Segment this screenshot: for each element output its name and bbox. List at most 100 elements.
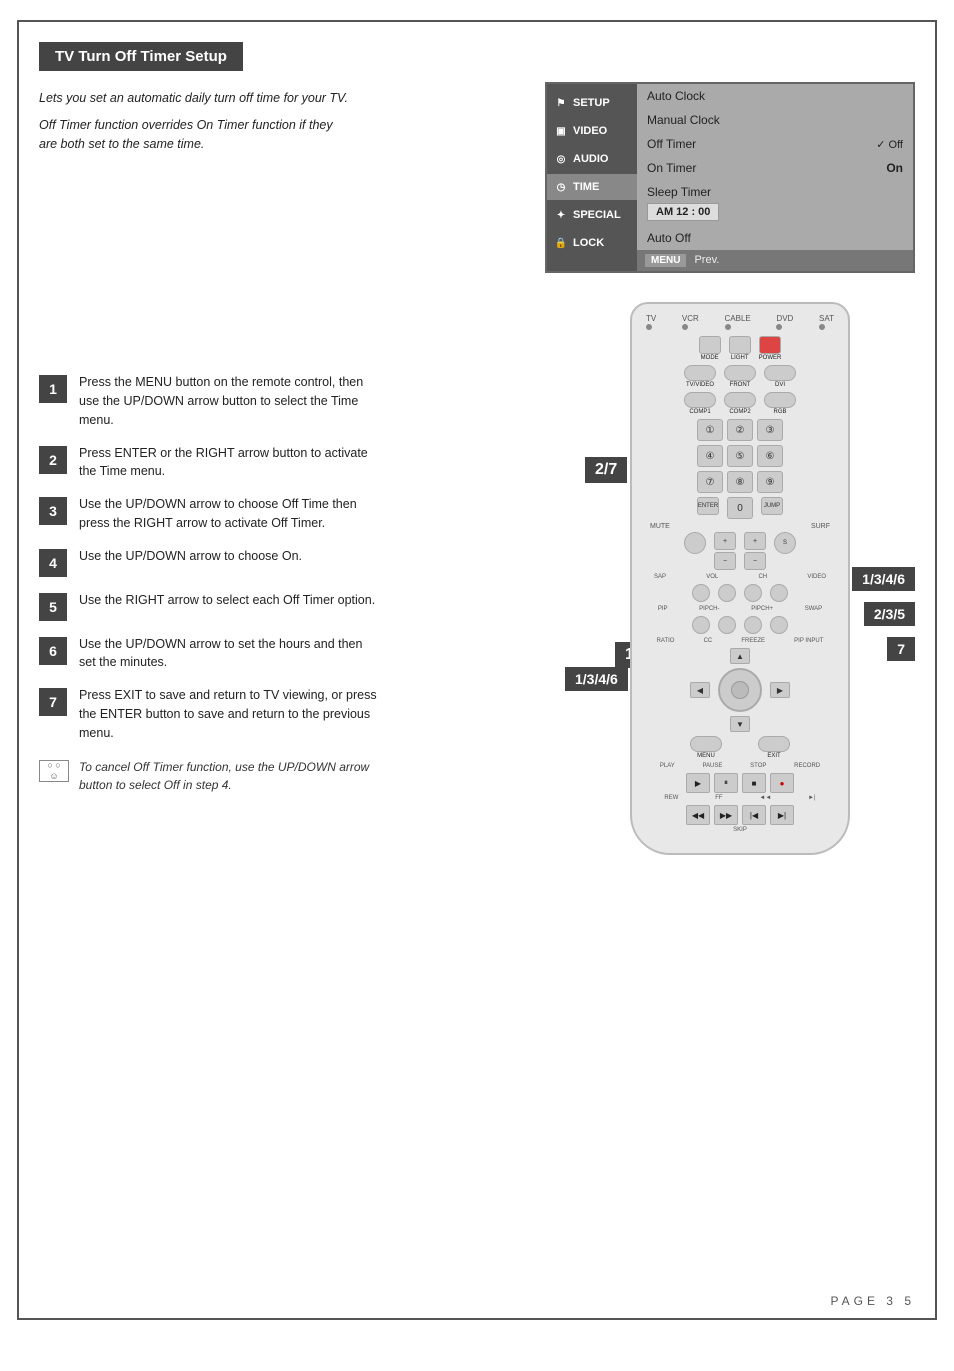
sidebar-item-video[interactable]: ▣ VIDEO bbox=[547, 118, 637, 144]
input-row1: TV/VIDEO FRONT DVI bbox=[642, 365, 838, 388]
num-7[interactable]: ⑦ bbox=[697, 471, 723, 493]
tvvideo-button[interactable] bbox=[684, 365, 716, 381]
dvi-button[interactable] bbox=[764, 365, 796, 381]
menu-item-auto-clock[interactable]: Auto Clock bbox=[637, 84, 913, 108]
nav-section: ▲ ◀ ▶ ▼ bbox=[642, 648, 838, 732]
sidebar-item-setup[interactable]: ⚑ SETUP bbox=[547, 90, 637, 116]
sidebar-label-lock: LOCK bbox=[573, 237, 604, 249]
num-0[interactable]: 0 bbox=[727, 497, 753, 519]
prev-button[interactable]: |◀ bbox=[742, 805, 766, 825]
ch-dn[interactable]: − bbox=[744, 552, 766, 570]
tv-menu-bottom: MENU Prev. bbox=[637, 250, 913, 271]
nav-dn-row: ▼ bbox=[730, 716, 750, 732]
step-5: 5 Use the RIGHT arrow to select each Off… bbox=[39, 591, 379, 621]
comp2-button[interactable] bbox=[724, 392, 756, 408]
num-9[interactable]: ⑨ bbox=[757, 471, 783, 493]
sidebar-item-special[interactable]: ✦ SPECIAL bbox=[547, 202, 637, 228]
ff-label: FF bbox=[715, 795, 722, 801]
num-5[interactable]: ⑤ bbox=[727, 445, 753, 467]
vol-dn[interactable]: − bbox=[714, 552, 736, 570]
pip-input-button[interactable] bbox=[770, 616, 788, 634]
num-6[interactable]: ⑥ bbox=[757, 445, 783, 467]
mute-surf-btns: + − + − S bbox=[642, 532, 838, 570]
mode-button[interactable] bbox=[699, 336, 721, 354]
step-num-3: 3 bbox=[39, 497, 67, 525]
jump-button[interactable]: JUMP bbox=[761, 497, 783, 515]
nav-center[interactable] bbox=[718, 668, 762, 712]
nav-up[interactable]: ▲ bbox=[730, 648, 750, 664]
skip-button[interactable]: ▶| bbox=[770, 805, 794, 825]
intro-line1: Lets you set an automatic daily turn off… bbox=[39, 89, 349, 108]
menu-item-manual-clock[interactable]: Manual Clock bbox=[637, 108, 913, 132]
pip-row bbox=[642, 584, 838, 602]
mode-label: MODE bbox=[701, 355, 719, 361]
step-7: 7 Press EXIT to save and return to TV vi… bbox=[39, 686, 379, 742]
src-dvd: DVD bbox=[776, 314, 793, 332]
enter-button[interactable]: ENTER bbox=[697, 497, 719, 515]
vol-up[interactable]: + bbox=[714, 532, 736, 550]
auto-clock-label: Auto Clock bbox=[647, 89, 903, 103]
mode-light-power-row: MODE LIGHT POWER bbox=[642, 336, 838, 361]
nav-down[interactable]: ▼ bbox=[730, 716, 750, 732]
tv-sidebar: ⚑ SETUP ▣ VIDEO ◎ AUDIO ◷ TIME ✦ SPECI bbox=[547, 84, 637, 271]
play-button[interactable]: ▶ bbox=[686, 773, 710, 793]
num-8[interactable]: ⑧ bbox=[727, 471, 753, 493]
ch-up[interactable]: + bbox=[744, 532, 766, 550]
sidebar-item-lock[interactable]: 🔒 LOCK bbox=[547, 230, 637, 256]
exit-label: EXIT bbox=[767, 753, 780, 759]
num-4[interactable]: ④ bbox=[697, 445, 723, 467]
src-tv: TV bbox=[646, 314, 656, 332]
menu-item-sleep-timer[interactable]: Sleep Timer AM 12 : 00 bbox=[637, 180, 913, 226]
freeze-button[interactable] bbox=[744, 616, 762, 634]
src-sat: SAT bbox=[819, 314, 834, 332]
comp1-button[interactable] bbox=[684, 392, 716, 408]
sidebar-item-time[interactable]: ◷ TIME bbox=[547, 174, 637, 200]
ff-button[interactable]: ▶▶ bbox=[714, 805, 738, 825]
rgb-button[interactable] bbox=[764, 392, 796, 408]
pip-labels: PIP PIPCH- PIPCH+ SWAP bbox=[642, 606, 838, 612]
transport-row1: ▶ ⏸ ■ ● bbox=[642, 773, 838, 793]
num-1[interactable]: ① bbox=[697, 419, 723, 441]
menu-button-label[interactable]: MENU bbox=[645, 254, 686, 267]
mute-button[interactable] bbox=[684, 532, 706, 554]
step-num-4: 4 bbox=[39, 549, 67, 577]
menu-button[interactable] bbox=[690, 736, 722, 752]
freeze-label: FREEZE bbox=[741, 638, 765, 644]
pipch-plus-label: PIPCH+ bbox=[751, 606, 773, 612]
record-button[interactable]: ● bbox=[770, 773, 794, 793]
power-button[interactable] bbox=[759, 336, 781, 354]
rew-button[interactable]: ◀◀ bbox=[686, 805, 710, 825]
tvvideo-label: TV/VIDEO bbox=[686, 382, 714, 388]
step-num-1: 1 bbox=[39, 375, 67, 403]
mute-label: MUTE bbox=[650, 523, 670, 530]
menu-item-auto-off[interactable]: Auto Off bbox=[637, 226, 913, 250]
nav-left[interactable]: ◀ bbox=[690, 682, 710, 698]
pause-button[interactable]: ⏸ bbox=[714, 773, 738, 793]
num-2[interactable]: ② bbox=[727, 419, 753, 441]
src-cable: CABLE bbox=[725, 314, 751, 332]
off-timer-label: Off Timer bbox=[647, 137, 868, 151]
nav-enter-inner bbox=[731, 681, 749, 699]
swap-button[interactable] bbox=[770, 584, 788, 602]
sidebar-label-video: VIDEO bbox=[573, 125, 607, 137]
sleep-timer-label: Sleep Timer bbox=[647, 185, 711, 199]
nav-right[interactable]: ▶ bbox=[770, 682, 790, 698]
number-pad: ① ② ③ ④ ⑤ ⑥ ⑦ ⑧ ⑨ bbox=[642, 419, 838, 493]
front-button[interactable] bbox=[724, 365, 756, 381]
light-button[interactable] bbox=[729, 336, 751, 354]
menu-item-off-timer[interactable]: Off Timer ✓ Off bbox=[637, 132, 913, 156]
pipch-plus[interactable] bbox=[744, 584, 762, 602]
badge-235: 2/3/5 bbox=[864, 602, 915, 626]
sidebar-item-audio[interactable]: ◎ AUDIO bbox=[547, 146, 637, 172]
stop-button[interactable]: ■ bbox=[742, 773, 766, 793]
ratio-button[interactable] bbox=[692, 616, 710, 634]
vol-label: VOL bbox=[706, 574, 718, 580]
pipch-minus[interactable] bbox=[718, 584, 736, 602]
cc-button[interactable] bbox=[718, 616, 736, 634]
surf-button[interactable]: S bbox=[774, 532, 796, 554]
audio-icon: ◎ bbox=[553, 151, 569, 167]
exit-button[interactable] bbox=[758, 736, 790, 752]
pip-button[interactable] bbox=[692, 584, 710, 602]
num-3[interactable]: ③ bbox=[757, 419, 783, 441]
menu-item-on-timer[interactable]: On Timer On bbox=[637, 156, 913, 180]
